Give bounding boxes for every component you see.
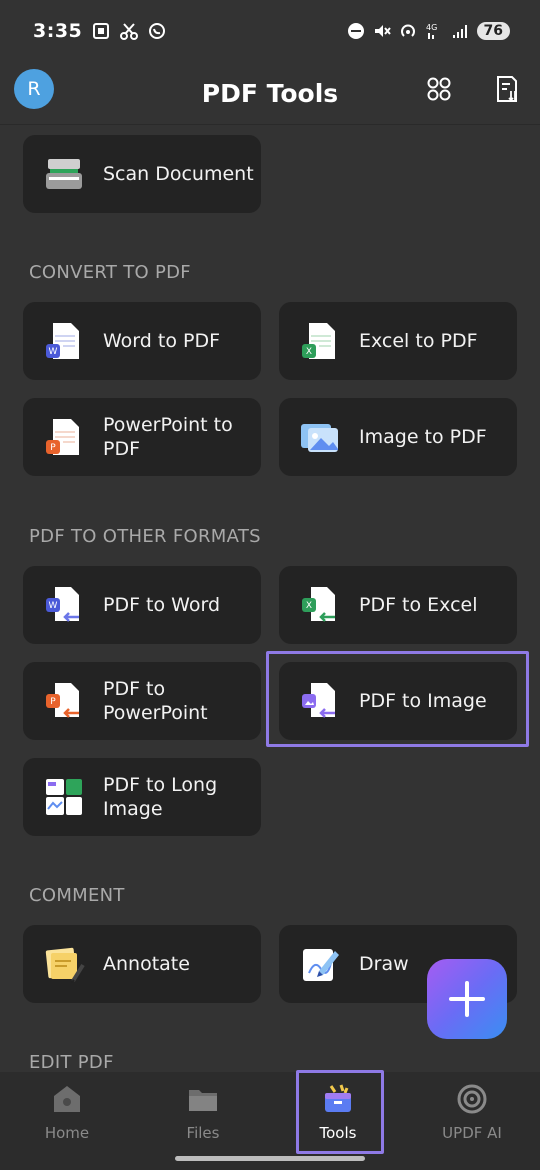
pdf-to-word-label: PDF to Word: [103, 594, 221, 616]
pdf-to-excel-button[interactable]: X PDF to Excel: [279, 566, 517, 644]
section-title-convert: CONVERT TO PDF: [29, 262, 191, 283]
folder-icon: [189, 1090, 217, 1111]
mute-icon: [374, 25, 391, 37]
nav-item-home[interactable]: Home: [7, 1082, 127, 1154]
annotate-label: Annotate: [103, 953, 190, 975]
word-document-icon: W: [46, 323, 79, 359]
image-gallery-icon: [301, 424, 338, 452]
add-button[interactable]: [427, 959, 507, 1039]
pdf-to-powerpoint-icon: P: [46, 683, 79, 718]
section-title-other-formats: PDF TO OTHER FORMATS: [29, 526, 261, 547]
powerpoint-to-pdf-button[interactable]: P PowerPoint to PDF: [23, 398, 261, 476]
excel-to-pdf-button[interactable]: X Excel to PDF: [279, 302, 517, 380]
image-to-pdf-button[interactable]: Image to PDF: [279, 398, 517, 476]
excel-document-icon: X: [302, 323, 335, 359]
network-4g-icon: 4G: [426, 23, 437, 39]
ai-swirl-icon: [457, 1084, 487, 1114]
image-to-pdf-label: Image to PDF: [359, 426, 487, 448]
sticky-note-icon: [45, 947, 85, 983]
svg-text:X: X: [306, 601, 312, 611]
svg-text:W: W: [49, 601, 58, 611]
pdf-to-excel-icon: X: [302, 587, 335, 622]
document-sort-icon[interactable]: [492, 74, 522, 104]
selection-highlight: [266, 651, 529, 747]
pdf-to-powerpoint-label: PDF to PowerPoint: [103, 678, 208, 724]
page-title: PDF Tools: [201, 78, 339, 108]
scanner-icon: [46, 159, 82, 189]
nav-label-updf-ai: UPDF AI: [442, 1124, 502, 1142]
pdf-to-powerpoint-button[interactable]: P PDF to PowerPoint: [23, 662, 261, 740]
nav-item-files[interactable]: Files: [143, 1082, 263, 1154]
svg-text:W: W: [49, 347, 58, 357]
whatsapp-icon: [149, 23, 166, 39]
scissors-icon: [120, 23, 139, 40]
section-title-edit: EDIT PDF: [29, 1052, 114, 1073]
pdf-to-long-image-button[interactable]: PDF to Long Image: [23, 758, 261, 836]
nav-label-home: Home: [44, 1124, 90, 1142]
long-image-icon: [46, 779, 82, 815]
app-header: R PDF Tools: [0, 62, 540, 124]
svg-text:P: P: [50, 443, 56, 453]
hotspot-icon: [400, 24, 415, 37]
home-indicator[interactable]: [175, 1156, 365, 1161]
status-bar: 3:35 4G 76: [0, 0, 540, 62]
powerpoint-to-pdf-label: PowerPoint to PDF: [103, 414, 233, 460]
draw-label: Draw: [359, 953, 409, 975]
pdf-to-long-image-label: PDF to Long Image: [103, 774, 218, 820]
plus-icon: [449, 981, 485, 1017]
powerpoint-document-icon: P: [46, 419, 79, 455]
avatar[interactable]: R: [14, 69, 54, 109]
pen-draw-icon: [303, 949, 339, 981]
header-divider: [0, 124, 540, 125]
nav-label-files: Files: [186, 1124, 220, 1142]
battery-indicator: 76: [476, 22, 510, 40]
screenshot-icon: [93, 23, 110, 39]
signal-icon: [452, 25, 467, 38]
home-icon: [54, 1086, 80, 1112]
tools-selection-highlight: [296, 1070, 384, 1154]
svg-text:P: P: [50, 697, 56, 707]
pdf-to-excel-label: PDF to Excel: [359, 594, 478, 616]
scan-document-button[interactable]: Scan Document: [23, 135, 261, 213]
section-title-comment: COMMENT: [29, 885, 125, 906]
nav-item-updf-ai[interactable]: UPDF AI: [412, 1082, 532, 1154]
status-time: 3:35: [33, 20, 83, 42]
annotate-button[interactable]: Annotate: [23, 925, 261, 1003]
network-label: 4G: [426, 23, 437, 32]
grid-icon[interactable]: [424, 74, 454, 104]
pdf-to-word-button[interactable]: W PDF to Word: [23, 566, 261, 644]
scan-document-label: Scan Document: [103, 163, 254, 185]
dnd-icon: [347, 23, 364, 39]
excel-to-pdf-label: Excel to PDF: [359, 330, 478, 352]
pdf-to-word-icon: W: [46, 587, 79, 622]
svg-text:X: X: [306, 347, 312, 357]
word-to-pdf-button[interactable]: W Word to PDF: [23, 302, 261, 380]
word-to-pdf-label: Word to PDF: [103, 330, 221, 352]
